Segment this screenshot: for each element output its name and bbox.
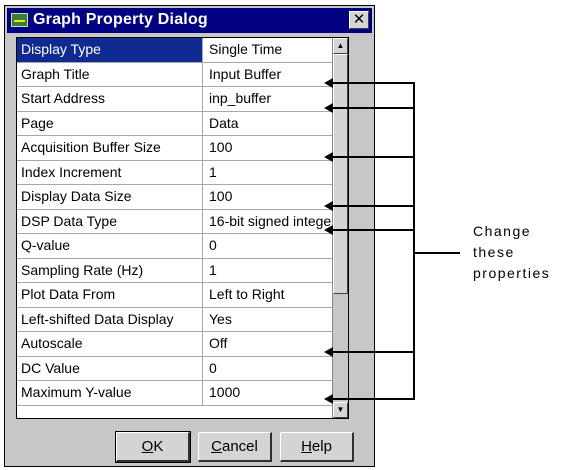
- property-value[interactable]: 1000: [203, 381, 333, 405]
- arrowhead-maximum-y-value: [324, 394, 333, 404]
- close-button[interactable]: ✕: [349, 11, 369, 29]
- property-row-maximum-y-value[interactable]: Maximum Y-value 1000: [17, 381, 348, 406]
- property-name: Plot Data From: [17, 283, 203, 307]
- graph-app-icon: [11, 13, 28, 27]
- dialog-title: Graph Property Dialog: [33, 11, 208, 28]
- arrow-line-graph-title: [333, 82, 415, 84]
- triangle-up-icon: ▲: [336, 41, 345, 50]
- help-button[interactable]: Help: [280, 432, 354, 462]
- property-name: Page: [17, 111, 203, 135]
- property-value[interactable]: 100: [203, 185, 333, 209]
- property-value[interactable]: 1: [203, 161, 333, 185]
- property-row-graph-title[interactable]: Graph Title Input Buffer: [17, 62, 348, 87]
- arrow-line-autoscale: [333, 351, 415, 353]
- property-row-autoscale[interactable]: Autoscale Off: [17, 332, 348, 357]
- property-row-display-data-size[interactable]: Display Data Size 100: [17, 185, 348, 210]
- property-grid: Display Type Single Time Graph Title Inp…: [16, 37, 349, 419]
- property-value[interactable]: Yes: [203, 308, 333, 332]
- property-name: Graph Title: [17, 62, 203, 86]
- arrow-line-start-address: [333, 107, 415, 109]
- property-value[interactable]: 0: [203, 234, 333, 258]
- property-value[interactable]: 100: [203, 136, 333, 160]
- property-name: Start Address: [17, 87, 203, 111]
- property-row-left-shifted-data-display[interactable]: Left-shifted Data Display Yes: [17, 307, 348, 332]
- callout-connector: [415, 252, 460, 254]
- vertical-scrollbar[interactable]: ▲ ▼: [332, 38, 348, 418]
- annotation-text: Change these properties: [473, 221, 550, 284]
- property-row-acquisition-buffer-size[interactable]: Acquisition Buffer Size 100: [17, 136, 348, 161]
- property-name: DSP Data Type: [17, 209, 203, 233]
- annotation-line-3: properties: [473, 265, 551, 281]
- arrow-line-display-data-size: [333, 205, 415, 207]
- scroll-up-button[interactable]: ▲: [333, 38, 348, 54]
- property-name: Q-value: [17, 234, 203, 258]
- property-value[interactable]: 1: [203, 259, 333, 283]
- property-row-page[interactable]: Page Data: [17, 111, 348, 136]
- arrowhead-graph-title: [324, 78, 333, 88]
- property-name: Display Data Size: [17, 185, 203, 209]
- property-value[interactable]: Left to Right: [203, 283, 333, 307]
- arrow-line-acquisition-buffer-size: [333, 156, 415, 158]
- scroll-down-button[interactable]: ▼: [333, 402, 348, 418]
- property-name: Index Increment: [17, 160, 203, 184]
- property-name: Autoscale: [17, 332, 203, 356]
- arrowhead-display-data-size: [324, 201, 333, 211]
- property-value[interactable]: Single Time: [203, 38, 333, 62]
- arrowhead-acquisition-buffer-size: [324, 152, 333, 162]
- property-name: Acquisition Buffer Size: [17, 136, 203, 160]
- property-row-plot-data-from[interactable]: Plot Data From Left to Right: [17, 283, 348, 308]
- property-value[interactable]: Input Buffer: [203, 63, 333, 87]
- property-name: Maximum Y-value: [17, 381, 203, 405]
- property-row-sampling-rate[interactable]: Sampling Rate (Hz) 1: [17, 258, 348, 283]
- property-name: Sampling Rate (Hz): [17, 258, 203, 282]
- property-name: Left-shifted Data Display: [17, 307, 203, 331]
- property-value[interactable]: Data: [203, 112, 333, 136]
- graph-property-dialog: Graph Property Dialog ✕ Display Type Sin…: [4, 5, 375, 467]
- arrowhead-start-address: [324, 103, 333, 113]
- title-bar[interactable]: Graph Property Dialog ✕: [7, 8, 372, 33]
- triangle-down-icon: ▼: [336, 405, 345, 414]
- arrow-line-maximum-y-value: [333, 398, 415, 400]
- annotation-line-1: Change: [473, 223, 532, 239]
- ok-button[interactable]: OK: [115, 431, 191, 463]
- property-name: DC Value: [17, 356, 203, 380]
- property-value[interactable]: 0: [203, 357, 333, 381]
- arrow-line-dsp-data-type: [333, 229, 415, 231]
- arrowhead-autoscale: [324, 347, 333, 357]
- property-row-dc-value[interactable]: DC Value 0: [17, 356, 348, 381]
- property-value[interactable]: inp_buffer: [203, 87, 333, 111]
- property-value[interactable]: 16-bit signed integer: [203, 210, 333, 234]
- property-row-start-address[interactable]: Start Address inp_buffer: [17, 87, 348, 112]
- arrowhead-dsp-data-type: [324, 225, 333, 235]
- annotation-line-2: these: [473, 244, 515, 260]
- scrollbar-thumb[interactable]: [333, 54, 348, 294]
- property-name: Display Type: [17, 38, 203, 62]
- property-row-display-type[interactable]: Display Type Single Time: [17, 38, 348, 63]
- property-row-dsp-data-type[interactable]: DSP Data Type 16-bit signed integer: [17, 209, 348, 234]
- property-value[interactable]: Off: [203, 332, 333, 356]
- property-row-index-increment[interactable]: Index Increment 1: [17, 160, 348, 185]
- property-row-q-value[interactable]: Q-value 0: [17, 234, 348, 259]
- cancel-button[interactable]: Cancel: [198, 432, 272, 462]
